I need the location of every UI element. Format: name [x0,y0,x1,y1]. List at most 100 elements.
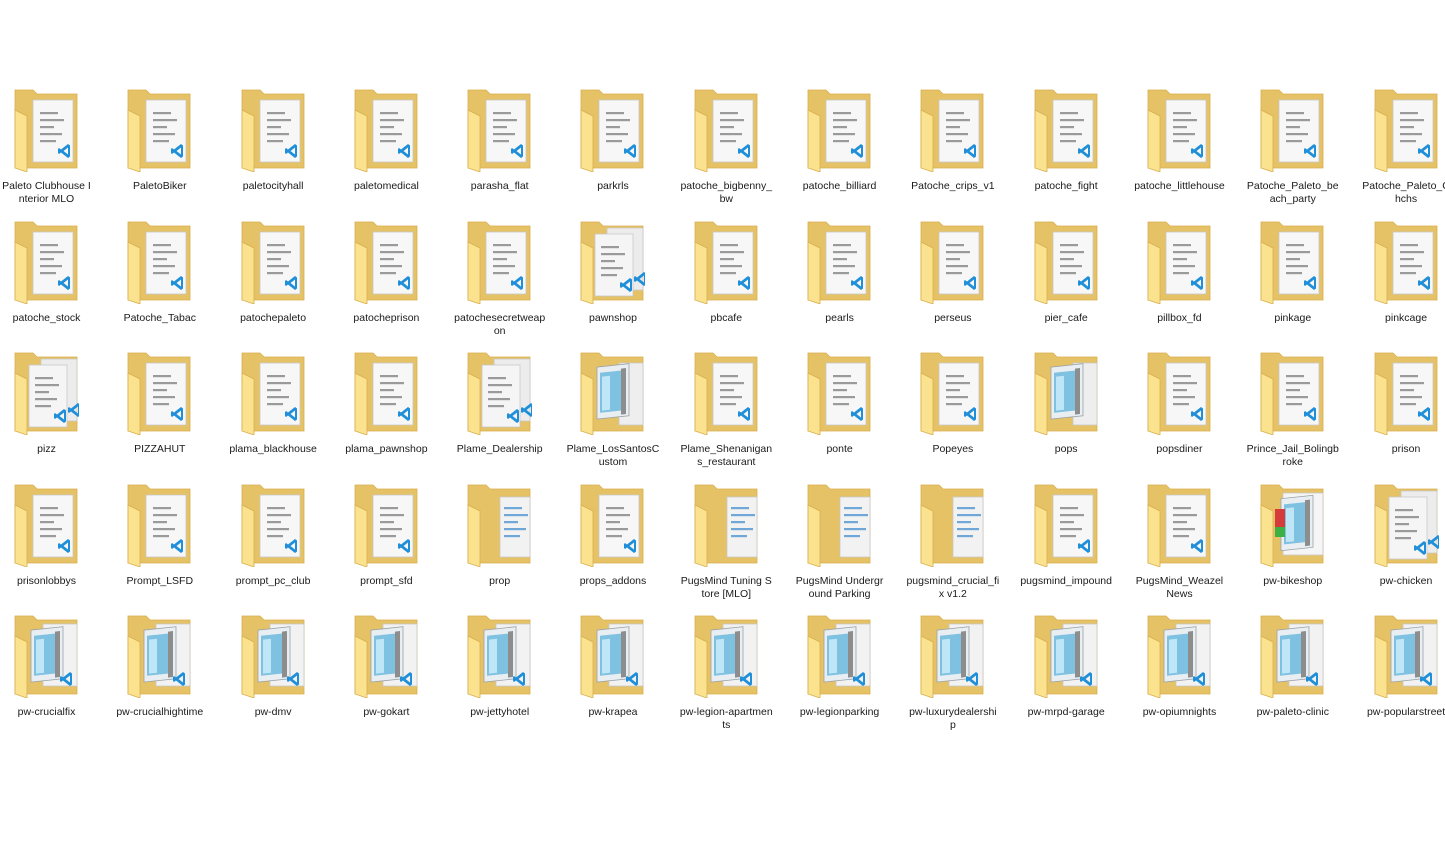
folder-name-label: pw-opiumnights [1142,706,1217,718]
folder-item[interactable]: pw-paleto-clinic [1246,614,1359,745]
folder-item[interactable]: patoche_bigbenny_bw [680,88,793,219]
folder-item[interactable]: patoche_stock [0,220,113,351]
folder-name-label: pops [1054,443,1078,455]
folder-item[interactable]: paletomedical [340,88,453,219]
folder-item[interactable]: PugsMind Underground Parking [793,483,906,614]
folder-name-label: paletomedical [353,180,419,192]
folder-item[interactable]: pillbox_fd [1133,220,1246,351]
folder-name-label: pw-krapea [588,706,638,718]
folder-item[interactable]: pw-bikeshop [1246,483,1359,614]
folder-item[interactable]: pier_cafe [1020,220,1133,351]
folder-item[interactable]: Patoche_Paleto_Chchs [1360,88,1445,219]
folder-item[interactable]: pw-crucialfix [0,614,113,745]
folder-name-label: Patoche_Paleto_Chchs [1362,180,1445,205]
folder-item[interactable]: pugsmind_crucial_fix v1.2 [906,483,1019,614]
folder-item[interactable]: PugsMind Tuning Store [MLO] [680,483,793,614]
folder-item[interactable]: Plame_Shenanigans_restaurant [680,351,793,482]
folder-name-label: prompt_pc_club [235,574,311,587]
folder-item[interactable]: parasha_flat [453,88,566,219]
folder-item[interactable]: pw-jettyhotel [453,614,566,745]
folder-item[interactable]: patochesecretweapon [453,220,566,351]
folder-name-label: patocheprison [353,311,420,324]
folder-item[interactable]: Plame_LosSantosCustom [566,351,679,482]
folder-name-label: patoche_stock [12,311,81,324]
folder-item[interactable]: popsdiner [1133,351,1246,482]
folder-name-label: Paleto Clubhouse Interior MLO [2,180,91,205]
folder-item[interactable]: pugsmind_impound [1020,483,1133,614]
folder-name-label: pw-popularstreet [1366,706,1445,718]
folder-item[interactable]: PaletoBiker [113,88,226,219]
folder-item[interactable]: perseus [906,220,1019,351]
folder-item[interactable]: Patoche_Tabac [113,220,226,351]
folder-name-label: prompt_sfd [360,574,413,587]
folder-item[interactable]: pw-chicken [1360,483,1445,614]
folder-item[interactable]: PIZZAHUT [113,351,226,482]
folder-item[interactable]: ponte [793,351,906,482]
folder-item[interactable]: pw-dmv [227,614,340,745]
folder-item[interactable]: prop [453,483,566,614]
folder-name-label: pw-bikeshop [1263,574,1323,587]
folder-name-label: pier_cafe [1044,311,1088,324]
folder-name-label: pw-legionparking [799,706,880,718]
folder-item[interactable]: patocheprison [340,220,453,351]
folder-name-label: PugsMind Tuning Store [MLO] [680,574,772,600]
folder-item[interactable]: patoche_littlehouse [1133,88,1246,219]
folder-name-label: prop [489,574,511,587]
folder-item[interactable]: Prince_Jail_Bolingbroke [1246,351,1359,482]
folder-item[interactable]: pw-opiumnights [1133,614,1246,745]
folder-name-label: PugsMind_WeazelNews [1135,574,1224,600]
folder-item[interactable]: pizz [0,351,113,482]
folder-item[interactable]: pinkage [1246,220,1359,351]
folder-item[interactable]: Plame_Dealership [453,351,566,482]
folder-item[interactable]: pw-legionparking [793,614,906,745]
folder-item[interactable]: pops [1020,351,1133,482]
folder-item[interactable]: pinkcage [1360,220,1445,351]
folder-item[interactable]: Popeyes [906,351,1019,482]
folder-item[interactable]: props_addons [566,483,679,614]
folder-item[interactable]: pw-mrpd-garage [1020,614,1133,745]
folder-item[interactable]: pw-krapea [566,614,679,745]
folder-name-label: plama_blackhouse [229,443,317,455]
folder-item[interactable]: Patoche_Paleto_beach_party [1246,88,1359,219]
folder-name-label: Plame_Shenanigans_restaurant [680,443,773,468]
folder-item[interactable]: plama_blackhouse [227,351,340,482]
folder-item[interactable]: pw-legion-apartments [680,614,793,745]
folder-item[interactable]: Paleto Clubhouse Interior MLO [0,88,113,219]
folder-item[interactable]: Prompt_LSFD [113,483,226,614]
folder-name-label: prison [1391,443,1421,455]
folder-item[interactable]: pw-gokart [340,614,453,745]
folder-name-label: paletocityhall [242,180,304,192]
folder-item[interactable]: patoche_billiard [793,88,906,219]
folder-item[interactable]: pbcafe [680,220,793,351]
folder-item[interactable]: paletocityhall [227,88,340,219]
folder-name-label: pearls [825,311,854,324]
folder-name-label: pinkcage [1385,311,1428,324]
folder-item[interactable]: prompt_pc_club [227,483,340,614]
folder-name-label: pw-chicken [1379,574,1433,587]
folder-item[interactable]: parkrls [566,88,679,219]
folder-item[interactable]: patochepaleto [227,220,340,351]
folder-name-label: pw-crucialfix [17,706,76,718]
folder-name-label: patochesecretweapon [454,311,546,337]
folder-item[interactable]: prison [1360,351,1445,482]
folder-item[interactable]: pw-crucialhightime [113,614,226,745]
folder-name-label: patoche_billiard [802,180,877,192]
folder-name-label: pw-luxurydealership [909,706,997,731]
folder-item[interactable]: Patoche_crips_v1 [906,88,1019,219]
folder-name-label: PIZZAHUT [134,443,186,455]
folder-name-label: perseus [934,311,972,324]
folder-item[interactable]: pw-luxurydealership [906,614,1019,745]
folder-item[interactable]: pawnshop [566,220,679,351]
folder-name-label: pw-jettyhotel [470,706,530,718]
folder-name-label: pw-paleto-clinic [1256,706,1329,718]
folder-item[interactable]: prisonlobbys [0,483,113,614]
folder-item[interactable]: pw-popularstreet [1360,614,1445,745]
folder-item[interactable]: pearls [793,220,906,351]
folder-name-label: pw-mrpd-garage [1027,706,1105,718]
folder-item[interactable]: patoche_fight [1020,88,1133,219]
folder-item[interactable]: PugsMind_WeazelNews [1133,483,1246,614]
folder-item[interactable]: prompt_sfd [340,483,453,614]
folder-name-label: ponte [826,443,853,455]
folder-item[interactable]: plama_pawnshop [340,351,453,482]
folder-name-label: Patoche_Paleto_beach_party [1246,180,1339,205]
